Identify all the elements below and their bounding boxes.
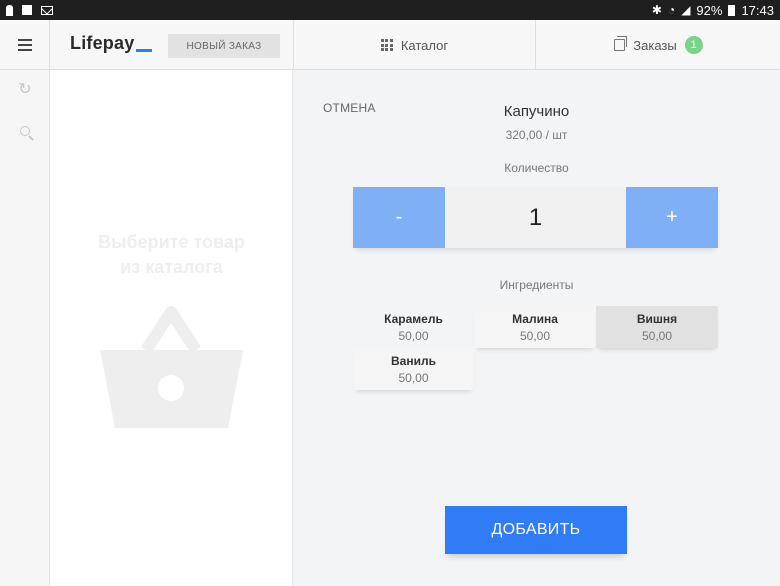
hamburger-icon-line — [17, 49, 32, 51]
tab-catalog-label: Каталог — [400, 37, 449, 53]
left-rail: ↻ — [0, 70, 50, 586]
quantity-stepper: - 1 + — [353, 187, 718, 248]
logo-underscore — [136, 49, 153, 52]
product-panel: ОТМЕНА Капучино 320,00 / шт Количество -… — [293, 70, 780, 586]
person-icon — [6, 4, 13, 16]
hamburger-icon — [17, 39, 32, 41]
new-order-button[interactable]: НОВЫЙ ЗАКАЗ — [168, 34, 280, 58]
screenshot-icon — [22, 5, 32, 15]
ingredient-price: 50,00 — [641, 328, 673, 343]
search-icon[interactable] — [16, 122, 34, 140]
grid-icon — [380, 39, 393, 51]
ingredient-name: Ваниль — [391, 353, 436, 368]
app-logo: Lifepay — [70, 33, 153, 54]
orders-icon — [614, 36, 628, 51]
battery-level: 92% — [696, 2, 723, 18]
mail-icon — [41, 5, 53, 15]
ingredient-name: Вишня — [636, 311, 678, 326]
orders-count-badge: 1 — [684, 36, 703, 54]
ingredient-price: 50,00 — [398, 370, 429, 385]
ingredient-cherry[interactable]: Вишня 50,00 — [596, 306, 718, 348]
wifi-icon: ◔ — [667, 3, 676, 17]
search-lens — [20, 126, 30, 136]
product-name: Капучино — [503, 103, 570, 120]
ingredient-price: 50,00 — [398, 328, 429, 343]
ingredient-raspberry[interactable]: Малина 50,00 — [474, 306, 596, 348]
ingredient-name: Карамель — [384, 311, 443, 326]
ingredient-name: Малина — [512, 311, 558, 326]
app-header: Lifepay НОВЫЙ ЗАКАЗ Каталог Заказы 1 — [0, 20, 780, 70]
add-button[interactable]: ДОБАВИТЬ — [445, 506, 627, 554]
hamburger-icon-line — [17, 44, 32, 46]
product-price: 320,00 / шт — [505, 128, 568, 142]
battery-icon — [728, 4, 736, 16]
status-left-icons — [6, 4, 53, 16]
clock: 17:43 — [741, 2, 774, 18]
quantity-value: 1 — [445, 187, 626, 248]
tab-catalog[interactable]: Каталог — [293, 20, 536, 70]
status-bar: ✱ ◔ ◢ 92% 17:43 — [0, 0, 780, 20]
quantity-label: Количество — [504, 161, 569, 175]
increase-quantity-button[interactable]: + — [626, 187, 718, 248]
ingredient-vanilla[interactable]: Ваниль 50,00 — [353, 348, 474, 390]
ingredient-price: 50,00 — [519, 328, 551, 343]
decrease-quantity-button[interactable]: - — [353, 187, 445, 248]
basket-icon — [100, 306, 243, 428]
cart-panel: Выберите товар из каталога — [50, 70, 293, 586]
ingredients-label: Ингредиенты — [499, 278, 574, 292]
bluetooth-icon: ✱ — [651, 3, 662, 17]
tab-orders-label: Заказы — [633, 37, 677, 53]
ingredients-list: Карамель 50,00 Малина 50,00 Вишня 50,00 … — [353, 306, 718, 390]
signal-icon: ◢ — [681, 3, 691, 17]
menu-button[interactable] — [0, 20, 50, 70]
tab-orders[interactable]: Заказы 1 — [537, 20, 780, 70]
status-right-icons: ✱ ◔ ◢ 92% 17:43 — [652, 3, 774, 18]
cart-empty-message: Выберите товар из каталога — [98, 232, 245, 277]
ingredient-caramel[interactable]: Карамель 50,00 — [353, 306, 474, 348]
refresh-icon[interactable]: ↻ — [16, 80, 34, 98]
logo-text: Lifepay — [70, 33, 135, 53]
